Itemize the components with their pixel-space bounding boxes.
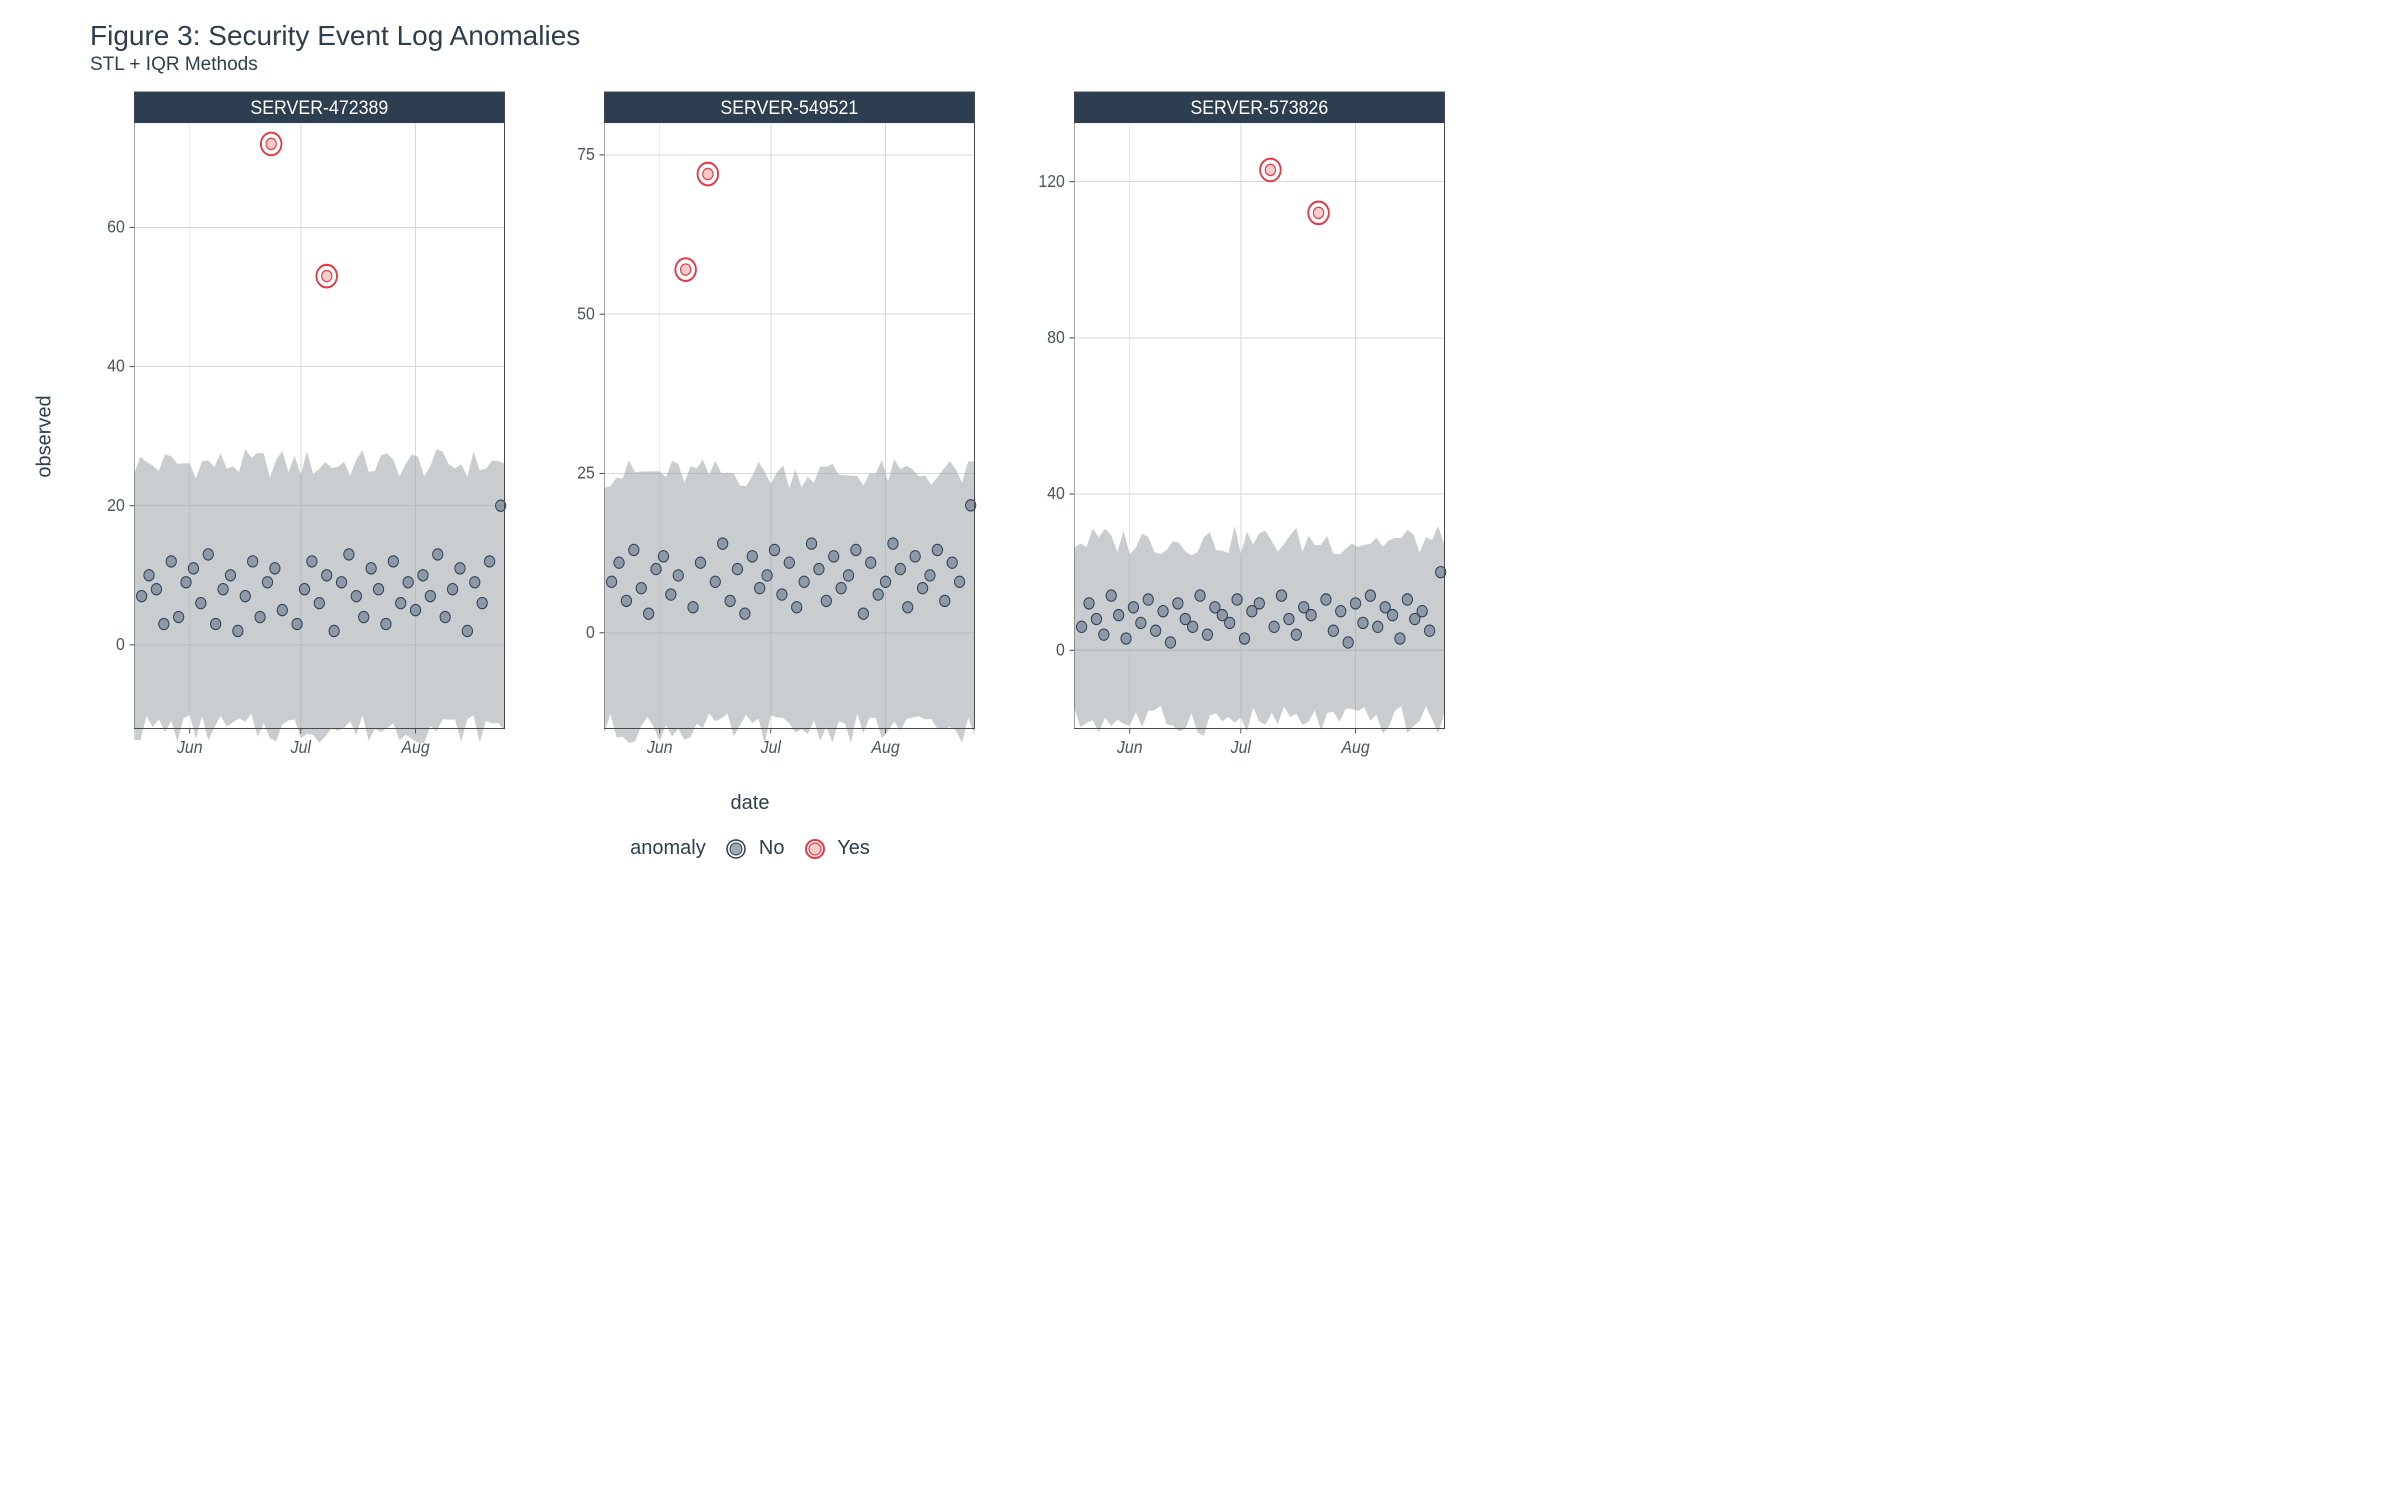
svg-text:Aug: Aug xyxy=(870,737,900,757)
svg-text:Jun: Jun xyxy=(1116,737,1143,757)
svg-text:20: 20 xyxy=(107,495,125,515)
figure-container: Figure 3: Security Event Log Anomalies S… xyxy=(0,0,1500,880)
svg-text:SERVER-472389: SERVER-472389 xyxy=(250,96,388,118)
chart-svg-1: SERVER-472389 0 20 40 60 Jun Jul Aug xyxy=(80,86,510,786)
legend-label-yes: Yes xyxy=(837,837,870,859)
svg-text:60: 60 xyxy=(107,217,125,237)
legend-swatch-no xyxy=(725,838,747,860)
panel-1: SERVER-472389 0 20 40 60 Jun Jul Aug xyxy=(80,86,510,786)
figure-title: Figure 3: Security Event Log Anomalies xyxy=(90,20,1470,52)
svg-text:Jun: Jun xyxy=(646,737,673,757)
y-axis-label: observed xyxy=(30,86,60,786)
panels-row: observed SERVER-472389 0 20 40 60 Jun Jul Aug S… xyxy=(30,86,1470,786)
svg-text:0: 0 xyxy=(116,634,125,654)
chart-svg-3: SERVER-573826 0 40 80 120 Jun Jul Aug xyxy=(1020,86,1450,786)
svg-text:SERVER-573826: SERVER-573826 xyxy=(1190,96,1328,118)
svg-text:80: 80 xyxy=(1047,327,1065,347)
svg-text:75: 75 xyxy=(577,144,595,164)
x-axis-label: date xyxy=(30,792,1470,815)
svg-text:40: 40 xyxy=(1047,483,1065,503)
svg-text:0: 0 xyxy=(1056,640,1065,660)
svg-text:0: 0 xyxy=(586,622,595,642)
svg-text:Aug: Aug xyxy=(1340,737,1370,757)
panel-3: SERVER-573826 0 40 80 120 Jun Jul Aug xyxy=(1020,86,1450,786)
figure-subtitle: STL + IQR Methods xyxy=(90,54,1470,76)
legend: anomaly No Yes xyxy=(30,837,1470,860)
legend-swatch-yes xyxy=(804,838,826,860)
svg-text:Jul: Jul xyxy=(1230,737,1252,757)
svg-text:50: 50 xyxy=(577,304,595,324)
svg-text:120: 120 xyxy=(1038,171,1065,191)
y-axis-label-text: observed xyxy=(34,395,57,477)
panel-2: SERVER-549521 0 25 50 75 Jun Jul Aug xyxy=(550,86,980,786)
svg-text:Aug: Aug xyxy=(400,737,430,757)
svg-text:Jul: Jul xyxy=(290,737,312,757)
svg-text:40: 40 xyxy=(107,356,125,376)
svg-text:Jul: Jul xyxy=(760,737,782,757)
svg-text:Jun: Jun xyxy=(176,737,203,757)
svg-text:25: 25 xyxy=(577,463,595,483)
chart-svg-2: SERVER-549521 0 25 50 75 Jun Jul Aug xyxy=(550,86,980,786)
legend-title: anomaly xyxy=(630,837,706,859)
legend-label-no: No xyxy=(759,837,785,859)
svg-text:SERVER-549521: SERVER-549521 xyxy=(720,96,858,118)
